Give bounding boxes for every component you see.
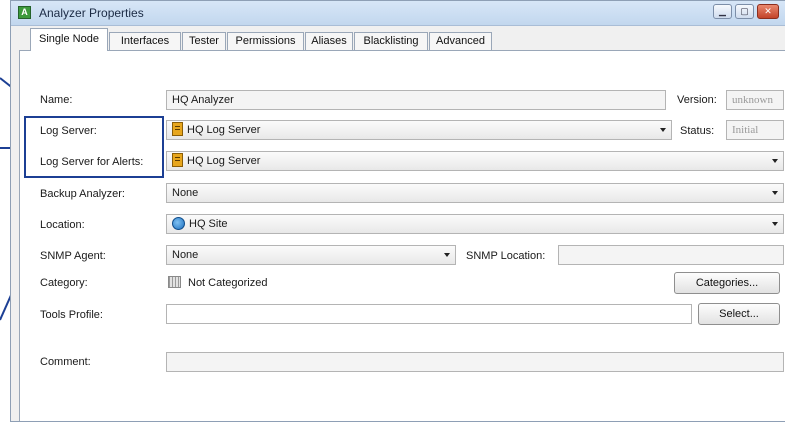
maximize-button[interactable]: ▢ xyxy=(735,4,754,19)
window-title: Analyzer Properties xyxy=(39,6,144,20)
log-server-value: HQ Log Server xyxy=(187,124,261,136)
backup-analyzer-select[interactable]: None xyxy=(166,183,784,203)
chevron-down-icon xyxy=(772,159,778,163)
tools-profile-field[interactable] xyxy=(166,304,692,324)
categories-button[interactable]: Categories... xyxy=(674,272,780,294)
snmp-agent-label: SNMP Agent: xyxy=(40,250,106,262)
log-server-alerts-select[interactable]: HQ Log Server xyxy=(166,151,784,171)
version-label: Version: xyxy=(677,94,717,106)
category-value: Not Categorized xyxy=(188,277,268,289)
tab-tester[interactable]: Tester xyxy=(182,32,226,50)
category-icon xyxy=(168,276,181,288)
snmp-agent-value: None xyxy=(172,249,199,261)
location-select[interactable]: HQ Site xyxy=(166,214,784,234)
title-bar[interactable]: A Analyzer Properties ▁ ▢ ✕ xyxy=(11,1,785,26)
log-server-icon xyxy=(172,122,183,136)
snmp-location-label: SNMP Location: xyxy=(466,250,546,262)
backup-analyzer-value: None xyxy=(172,187,199,199)
log-server-alerts-icon xyxy=(172,153,183,167)
location-value: HQ Site xyxy=(189,218,228,230)
site-icon xyxy=(172,217,185,230)
log-server-alerts-label: Log Server for Alerts: xyxy=(40,156,144,168)
category-label: Category: xyxy=(40,277,88,289)
tab-interfaces[interactable]: Interfaces xyxy=(109,32,181,50)
chevron-down-icon xyxy=(772,222,778,226)
comment-label: Comment: xyxy=(40,356,91,368)
tab-strip: Single Node Interfaces Tester Permission… xyxy=(19,28,785,51)
comment-field[interactable] xyxy=(166,352,784,372)
minimize-button[interactable]: ▁ xyxy=(713,4,732,19)
select-button[interactable]: Select... xyxy=(698,303,780,325)
snmp-agent-select[interactable]: None xyxy=(166,245,456,265)
tab-permissions[interactable]: Permissions xyxy=(227,32,304,50)
backup-analyzer-label: Backup Analyzer: xyxy=(40,188,125,200)
location-label: Location: xyxy=(40,219,85,231)
log-server-label: Log Server: xyxy=(40,125,97,137)
analyzer-app-icon: A xyxy=(18,6,31,19)
status-label: Status: xyxy=(680,125,715,137)
chevron-down-icon xyxy=(772,191,778,195)
status-field: Initial xyxy=(726,120,784,140)
name-field[interactable]: HQ Analyzer xyxy=(166,90,666,110)
log-server-alerts-value: HQ Log Server xyxy=(187,155,261,167)
log-server-select[interactable]: HQ Log Server xyxy=(166,120,672,140)
chevron-down-icon xyxy=(660,128,666,132)
close-button[interactable]: ✕ xyxy=(757,4,779,19)
version-field: unknown xyxy=(726,90,784,110)
name-label: Name: xyxy=(40,94,73,106)
tab-advanced[interactable]: Advanced xyxy=(429,32,492,50)
tab-single-node[interactable]: Single Node xyxy=(30,28,108,51)
tab-aliases[interactable]: Aliases xyxy=(305,32,353,50)
tab-blacklisting[interactable]: Blacklisting xyxy=(354,32,428,50)
chevron-down-icon xyxy=(444,253,450,257)
tools-profile-label: Tools Profile: xyxy=(40,309,103,321)
snmp-location-field[interactable] xyxy=(558,245,784,265)
